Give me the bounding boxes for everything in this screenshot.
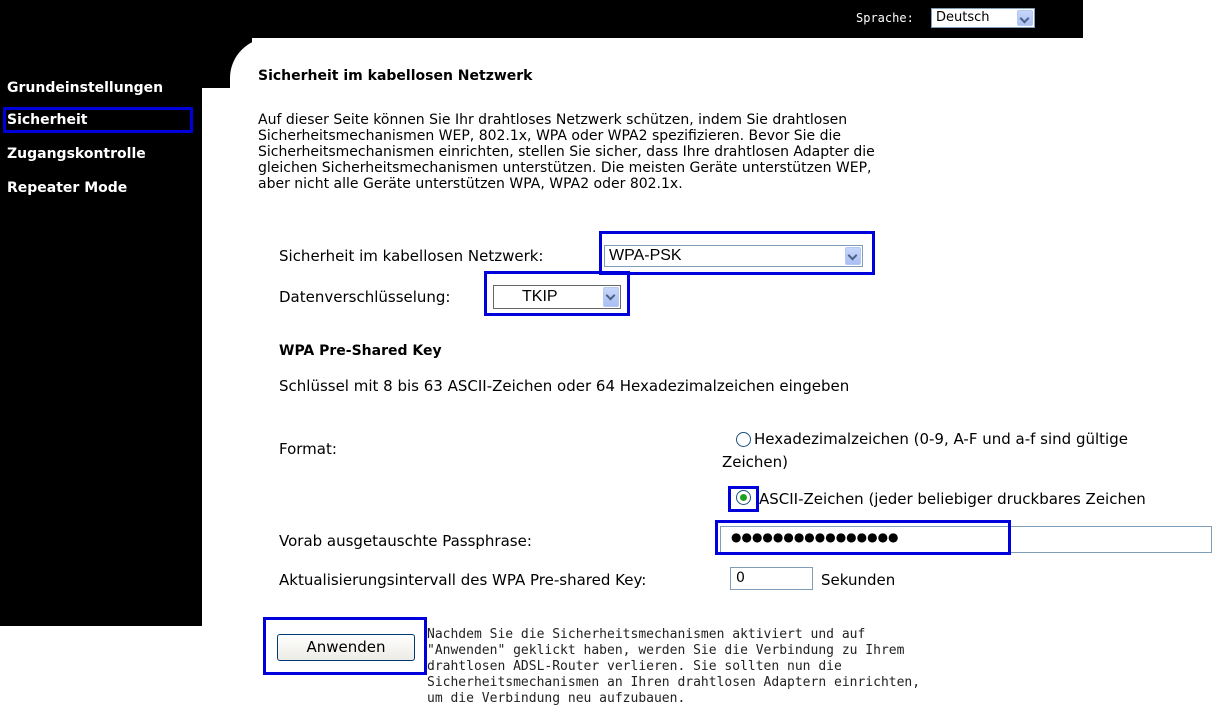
interval-label: Aktualisierungsintervall des WPA Pre-sha… [279, 571, 647, 589]
apply-note: Nachdem Sie die Sicherheitsmechanismen a… [427, 627, 920, 707]
sidebar-item-repeater-mode[interactable]: Repeater Mode [7, 180, 127, 196]
interval-input[interactable]: 0 [730, 567, 813, 590]
page-title: Sicherheit im kabellosen Netzwerk [258, 68, 533, 84]
format-ascii-label: ASCII-Zeichen (jeder beliebiger druckbar… [759, 490, 1146, 508]
psk-heading: WPA Pre-Shared Key [279, 343, 442, 359]
sidebar-corner [202, 38, 252, 88]
passphrase-label: Vorab ausgetauschte Passphrase: [279, 532, 532, 550]
psk-hint: Schlüssel mit 8 bis 63 ASCII-Zeichen ode… [279, 377, 850, 395]
description-line: aber nicht alle Geräte unterstützen WPA,… [258, 176, 683, 192]
apply-note-line: Sicherheitsmechanismen an Ihren drahtlos… [427, 675, 921, 690]
description-line: Sicherheitsmechanismen WEP, 802.1x, WPA … [258, 128, 842, 144]
passphrase-highlight [715, 520, 1011, 555]
encryption-highlight [484, 271, 630, 316]
apply-note-line: "Anwenden" geklickt haben, werden Sie di… [427, 643, 905, 658]
apply-note-line: drahtlosen ADSL-Router verlieren. Sie so… [427, 659, 842, 674]
format-hex-radio[interactable] [736, 432, 751, 447]
format-label: Format: [279, 440, 337, 458]
apply-note-line: um die Verbindung neu aufzubauen. [427, 691, 686, 706]
language-select[interactable]: Deutsch [931, 8, 1035, 28]
apply-button-highlight [263, 617, 427, 675]
interval-unit: Sekunden [821, 571, 896, 589]
security-mode-label: Sicherheit im kabellosen Netzwerk: [279, 247, 544, 265]
page-description: Auf dieser Seite können Sie Ihr drahtlos… [258, 112, 875, 192]
description-line: Sicherheitsmechanismen einrichten, stell… [258, 144, 875, 160]
sidebar-selection-highlight [3, 107, 193, 133]
format-hex-label: Hexadezimalzeichen (0-9, A-F und a-f sin… [754, 430, 1128, 448]
description-line: Auf dieser Seite können Sie Ihr drahtlos… [258, 112, 848, 128]
encryption-label: Datenverschlüsselung: [279, 288, 451, 306]
sidebar-item-grundeinstellungen[interactable]: Grundeinstellungen [7, 80, 163, 96]
top-bar [0, 0, 1083, 38]
language-select-value: Deutsch [936, 10, 990, 25]
format-hex-label-continued: Zeichen) [722, 453, 789, 471]
format-ascii-highlight [728, 486, 759, 512]
language-label: Sprache: [856, 11, 914, 25]
security-mode-highlight [599, 231, 875, 275]
apply-note-line: Nachdem Sie die Sicherheitsmechanismen a… [427, 627, 866, 642]
chevron-down-icon[interactable] [1017, 10, 1033, 26]
interval-value: 0 [736, 570, 745, 586]
sidebar-item-zugangskontrolle[interactable]: Zugangskontrolle [7, 146, 146, 162]
description-line: gleichen Sicherheitsmechanismen unterstü… [258, 160, 872, 176]
